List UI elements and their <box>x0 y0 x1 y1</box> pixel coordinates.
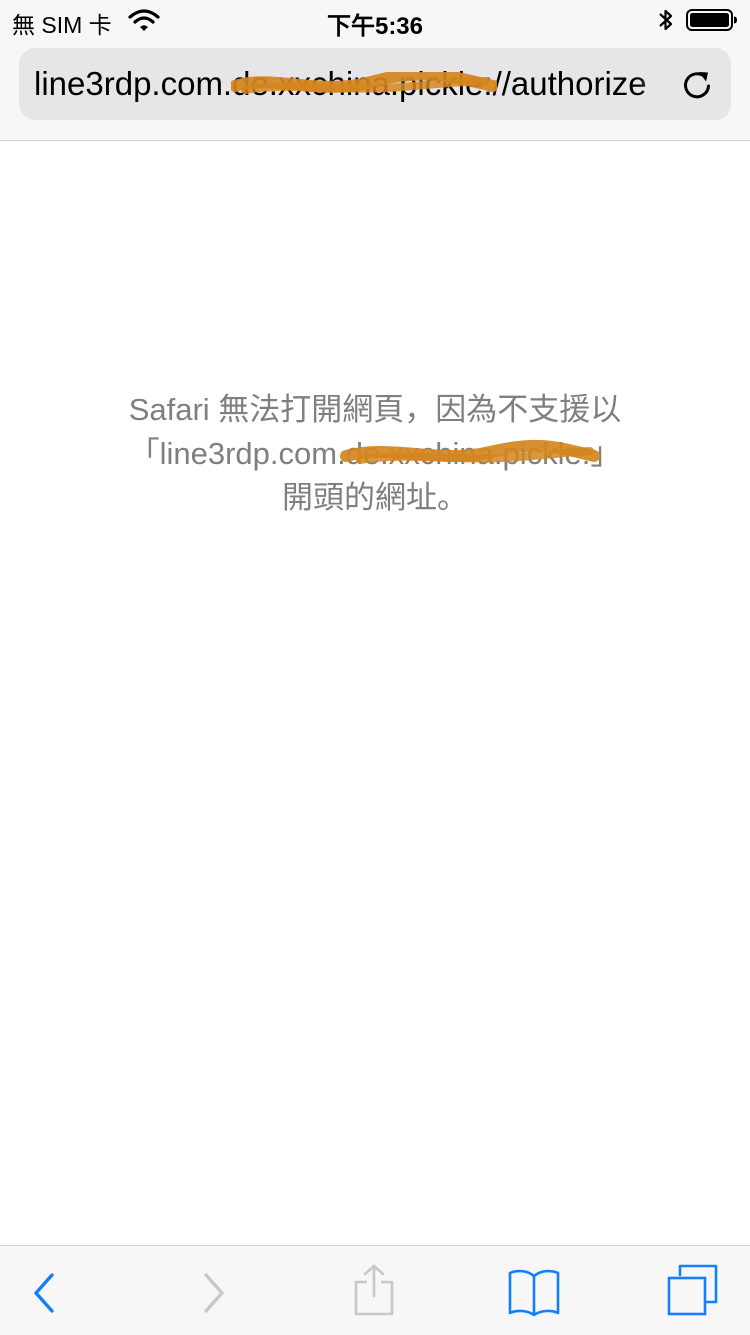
browser-top-bar: line3rdp.com.de.xxchina.pickle://authori… <box>0 40 750 141</box>
address-bar[interactable]: line3rdp.com.de.xxchina.pickle://authori… <box>19 48 731 120</box>
tabs-icon <box>667 1264 718 1316</box>
back-button[interactable] <box>18 1246 68 1335</box>
status-bar: 無 SIM 卡 下午5:36 <box>0 0 750 40</box>
share-icon <box>354 1264 394 1316</box>
bookmarks-button[interactable] <box>502 1246 566 1335</box>
reload-icon[interactable] <box>680 68 714 102</box>
error-line-3: 開頭的網址。 <box>282 480 468 515</box>
tabs-button[interactable] <box>660 1246 726 1335</box>
bottom-toolbar <box>0 1245 750 1335</box>
forward-button[interactable] <box>190 1246 240 1335</box>
bluetooth-icon <box>657 8 675 32</box>
share-button[interactable] <box>346 1246 402 1335</box>
redaction-scribble <box>340 438 600 470</box>
redaction-scribble <box>229 68 499 98</box>
forward-icon <box>204 1273 224 1313</box>
clock: 下午5:36 <box>326 13 424 40</box>
url-fade <box>637 48 681 120</box>
error-line-1: Safari 無法打開網頁，因為不支援以 <box>128 392 622 427</box>
bookmarks-icon <box>508 1269 560 1316</box>
battery-icon <box>686 9 738 31</box>
back-icon <box>34 1273 54 1313</box>
